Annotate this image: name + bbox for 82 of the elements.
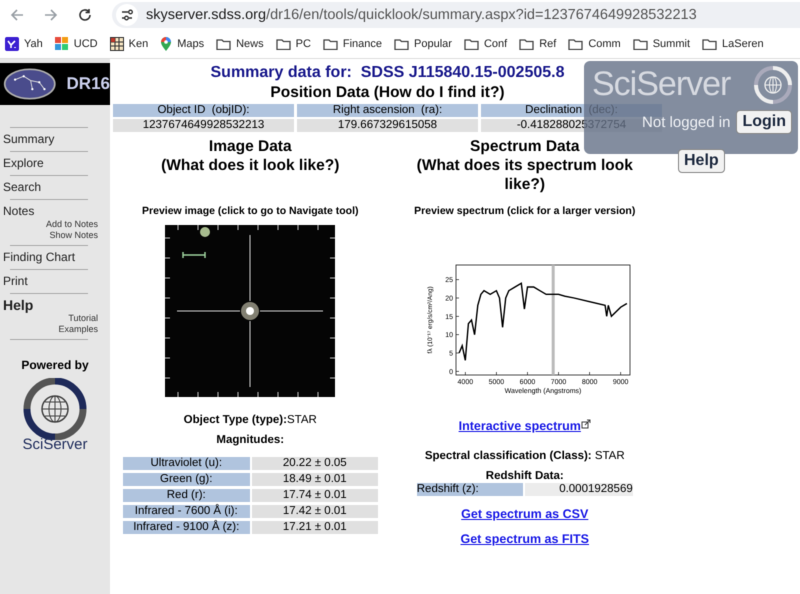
globe-ring-icon[interactable] xyxy=(23,378,87,440)
folder-icon xyxy=(519,38,534,50)
grid-icon xyxy=(110,37,124,51)
bookmark[interactable]: Maps xyxy=(160,37,204,51)
back-icon[interactable] xyxy=(10,8,24,22)
sciserver-wordmark: SciServer xyxy=(22,436,88,453)
sidebar-link[interactable]: Summary xyxy=(0,132,54,147)
redshift-label-cell: Redshift (z): xyxy=(416,483,523,496)
redshift-value-cell: 0.0001928569 xyxy=(524,483,633,496)
table-header-cell: Object ID (objID): xyxy=(113,104,294,117)
external-link-icon[interactable] xyxy=(580,419,591,429)
folder-icon xyxy=(394,38,410,50)
band-label-cell: Infrared - 9100 Å (z): xyxy=(122,521,250,534)
sidebar-link[interactable]: Finding Chart xyxy=(0,250,76,265)
bookmark[interactable]: Ref xyxy=(519,38,556,50)
sciserver-brand: SciServer xyxy=(592,65,730,104)
interactive-spectrum-link[interactable]: Interactive spectrum xyxy=(458,419,581,433)
csv-download-link[interactable]: Get spectrum as CSV xyxy=(461,507,588,521)
powered-by-label: Powered by xyxy=(20,358,90,372)
reload-icon[interactable] xyxy=(78,8,92,22)
bookmark[interactable]: News xyxy=(216,38,264,50)
sidebar-sublink[interactable]: Add to Notes xyxy=(46,219,98,230)
section-heading: Image Data (What does it look like?) xyxy=(161,137,340,176)
folder-icon xyxy=(632,38,648,50)
sidebar-link[interactable]: Explore xyxy=(0,156,44,171)
folder-icon xyxy=(276,38,291,50)
redshift-label: Redshift Data: xyxy=(486,470,564,482)
bookmark[interactable]: UCD xyxy=(54,37,98,51)
band-label-cell: Green (g): xyxy=(122,473,250,486)
bookmark[interactable]: Ken xyxy=(110,37,148,51)
release-label: DR16 xyxy=(66,74,110,94)
bookmark[interactable]: Conf xyxy=(464,38,508,50)
forward-icon[interactable] xyxy=(44,8,58,22)
sidebar-link[interactable]: Search xyxy=(0,180,42,195)
spectrum-caption: Preview spectrum (click for a larger version) xyxy=(414,205,636,217)
folder-icon xyxy=(702,38,717,50)
magnitude-cell: 17.21 ± 0.01 xyxy=(252,521,378,534)
bookmark[interactable]: Comm xyxy=(568,38,621,50)
magnitude-cell: 17.74 ± 0.01 xyxy=(252,489,378,502)
spectral-class-text: Spectral classification (Class): STAR xyxy=(424,450,625,462)
fits-download-link[interactable]: Get spectrum as FITS xyxy=(460,532,589,546)
sidebar-sublink[interactable]: Tutorial xyxy=(68,313,98,324)
band-label-cell: Infrared - 7600 Å (i): xyxy=(122,505,250,518)
magnitudes-label: Magnitudes: xyxy=(216,434,284,446)
bookmark[interactable]: PC xyxy=(276,38,311,50)
magnitude-cell: 20.22 ± 0.05 xyxy=(252,457,378,470)
sidebar-sublink[interactable]: Examples xyxy=(58,324,98,335)
band-label-cell: Ultraviolet (u): xyxy=(122,457,250,470)
sidebar-link[interactable]: Help xyxy=(0,298,34,313)
sidebar-sublink[interactable]: Show Notes xyxy=(49,230,98,241)
login-button[interactable]: Login xyxy=(736,110,792,134)
bookmark[interactable]: Summit xyxy=(632,38,690,50)
band-label-cell: Red (r): xyxy=(122,489,250,502)
folder-icon xyxy=(464,38,479,50)
bookmark[interactable]: Finance xyxy=(322,38,382,50)
magnitude-cell: 17.42 ± 0.01 xyxy=(252,505,378,518)
sidebar-link[interactable]: Print xyxy=(0,274,28,289)
logo-banner[interactable]: DR16 xyxy=(0,63,110,105)
section-heading: Position Data (How do I find it?) xyxy=(270,83,505,102)
table-cell: 179.667329615058 xyxy=(297,119,478,132)
address-bar[interactable]: skyserver.sdss.org/dr16/en/tools/quicklook/summary.aspx?id=1237674649928532213 xyxy=(112,2,800,28)
folder-icon xyxy=(216,38,232,50)
object-type-text: Object Type (type):STAR xyxy=(184,414,317,426)
url-text: skyserver.sdss.org/dr16/en/tools/quicklook/summary.aspx?id=1237674649928532213 xyxy=(146,7,697,23)
table-header-cell: Right ascension (ra): xyxy=(297,104,478,117)
map-pin-icon xyxy=(160,37,172,51)
globe-ring-icon xyxy=(754,66,792,104)
site-settings-icon[interactable] xyxy=(116,4,138,26)
folder-icon xyxy=(322,38,338,50)
folder-icon xyxy=(568,38,584,50)
table-cell: 1237674649928532213 xyxy=(113,119,294,132)
section-heading: Spectrum Data (What does its spectrum look like?) xyxy=(416,137,634,195)
image-caption: Preview image (click to go to Navigate tool) xyxy=(142,205,358,217)
help-button[interactable]: Help xyxy=(678,149,725,173)
sidebar-link[interactable]: Notes xyxy=(0,204,34,219)
bookmark[interactable]: Yah xyxy=(5,37,43,51)
summary-title: Summary data for: SDSS J115840.15-002505.8 xyxy=(210,63,564,83)
yahoo-icon xyxy=(5,37,19,51)
bookmark[interactable]: LaSeren xyxy=(702,38,764,50)
tiles-icon xyxy=(54,37,69,51)
magnitude-cell: 18.49 ± 0.01 xyxy=(252,473,378,486)
bookmark[interactable]: Popular xyxy=(394,38,452,50)
